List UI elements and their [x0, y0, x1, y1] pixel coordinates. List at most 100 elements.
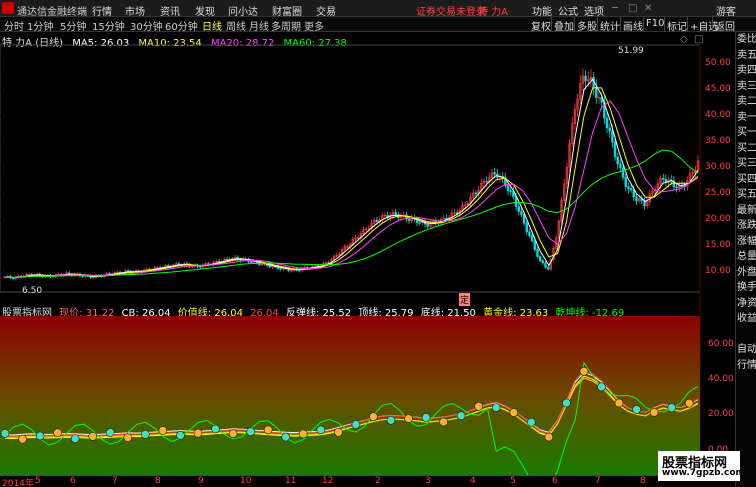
candle-body — [207, 263, 210, 265]
indicator-marker — [158, 426, 168, 435]
candle-body — [536, 249, 539, 257]
side-item[interactable]: 收益 — [736, 311, 756, 327]
side-item[interactable]: 卖四 — [736, 63, 756, 79]
indicator-marker — [369, 412, 378, 421]
indicator-tick-label: 60.00 — [708, 338, 734, 349]
ma-line — [4, 78, 699, 279]
indicator-marker — [176, 431, 185, 440]
side-item[interactable]: 卖一 — [736, 110, 756, 126]
indicator-marker — [263, 425, 273, 435]
indicator-marker — [562, 398, 571, 408]
candle-body — [662, 177, 665, 180]
candle-body — [613, 141, 617, 158]
indicator-marker — [544, 432, 554, 442]
watermark-url: www.7gpzb.com — [662, 468, 745, 478]
candle-body — [279, 268, 282, 270]
side-item[interactable]: 卖三 — [736, 79, 756, 95]
date-tick-label: 5 — [510, 476, 516, 486]
candle-body — [538, 256, 542, 261]
low-price-label: 6.50 — [22, 286, 43, 296]
candlesticks — [3, 68, 700, 281]
candle-body — [635, 196, 638, 202]
indicator-marker — [18, 434, 27, 444]
side-item[interactable]: 买三 — [736, 156, 756, 172]
side-item[interactable]: 换手 — [736, 280, 756, 296]
side-item[interactable]: 行情 — [736, 358, 756, 374]
date-tick-label: 9 — [198, 476, 204, 486]
side-item[interactable]: 买五 — [736, 187, 756, 203]
indicator-marker — [649, 408, 659, 417]
side-item[interactable]: 买四 — [736, 172, 756, 188]
indicator-marker — [456, 411, 466, 421]
candle-body — [418, 222, 421, 224]
indicator-marker — [70, 434, 80, 443]
side-item[interactable]: 外盘 — [736, 265, 756, 281]
indicator-marker — [632, 405, 641, 414]
indicator-marker — [53, 428, 62, 438]
price-tick-label: 10.00 — [705, 265, 731, 276]
date-tick-label: 11 — [285, 476, 297, 486]
candle-body — [675, 186, 678, 189]
side-item[interactable]: 净资 — [736, 296, 756, 312]
indicator-marker — [579, 366, 589, 376]
side-item[interactable]: 涨跌 — [736, 218, 756, 234]
indicator-marker — [88, 432, 98, 441]
ma-line — [4, 100, 699, 279]
chart-canvas[interactable] — [0, 0, 735, 475]
indicator-marker — [298, 429, 308, 439]
side-item[interactable]: 买二 — [736, 141, 756, 157]
date-tick-label: 6 — [70, 476, 76, 486]
indicator-marker — [421, 413, 431, 422]
side-item[interactable]: 自动 — [736, 342, 756, 358]
indicator-marker — [351, 420, 361, 429]
date-tick-label: 6 — [552, 476, 558, 486]
candle-body — [595, 87, 598, 98]
candle-body — [225, 258, 229, 261]
quote-side-panel: 委比 卖五 卖四 卖三 卖二 卖一 买一 买二 买三 买四 买五 最新 涨跌 涨… — [735, 32, 756, 487]
candle-body — [249, 261, 253, 263]
side-item[interactable]: 卖二 — [736, 94, 756, 110]
indicator-tick-label: 20.00 — [708, 409, 734, 420]
candle-body — [621, 167, 625, 178]
price-grid — [0, 63, 700, 273]
candle-body — [426, 223, 429, 227]
indicator-marker — [474, 402, 483, 411]
side-item[interactable]: 买一 — [736, 125, 756, 141]
ma-lines — [4, 78, 699, 279]
indicator-marker — [246, 427, 255, 436]
candle-body — [530, 235, 534, 242]
indicator-marker — [684, 398, 694, 408]
candle-body — [528, 231, 531, 236]
candle-body — [407, 218, 411, 221]
candle-body — [522, 214, 526, 224]
side-item[interactable]: 卖五 — [736, 48, 756, 64]
candle-body — [624, 176, 627, 188]
candle-body — [627, 186, 630, 189]
side-item[interactable]: 委比 — [736, 32, 756, 48]
side-item[interactable]: 涨幅 — [736, 234, 756, 250]
date-tick-label: 8 — [155, 476, 161, 486]
indicator-marker — [105, 428, 115, 437]
indicator-marker — [491, 403, 501, 412]
price-tick-label: 50.00 — [705, 57, 731, 68]
candle-body — [544, 262, 547, 268]
high-price-label: 51.99 — [618, 46, 644, 56]
date-tick-label: 10 — [240, 476, 252, 486]
candle-body — [268, 265, 272, 268]
candle-body — [632, 189, 635, 198]
candle-body — [375, 219, 379, 222]
side-item[interactable]: 总量 — [736, 249, 756, 265]
date-tick-label: 8 — [640, 476, 646, 486]
side-item[interactable]: 最新 — [736, 203, 756, 219]
indicator-marker — [35, 431, 45, 441]
date-tick-label: 12 — [322, 476, 334, 486]
indicator-marker — [597, 382, 606, 392]
candle-body — [520, 211, 523, 215]
candle-body — [608, 127, 611, 132]
date-tick-label: 5 — [35, 476, 41, 486]
indicator-marker — [527, 417, 536, 427]
indicator-marker — [0, 429, 10, 438]
indicator-marker — [439, 417, 448, 427]
indicator-marker — [211, 424, 220, 434]
indicator-marker — [667, 403, 676, 413]
